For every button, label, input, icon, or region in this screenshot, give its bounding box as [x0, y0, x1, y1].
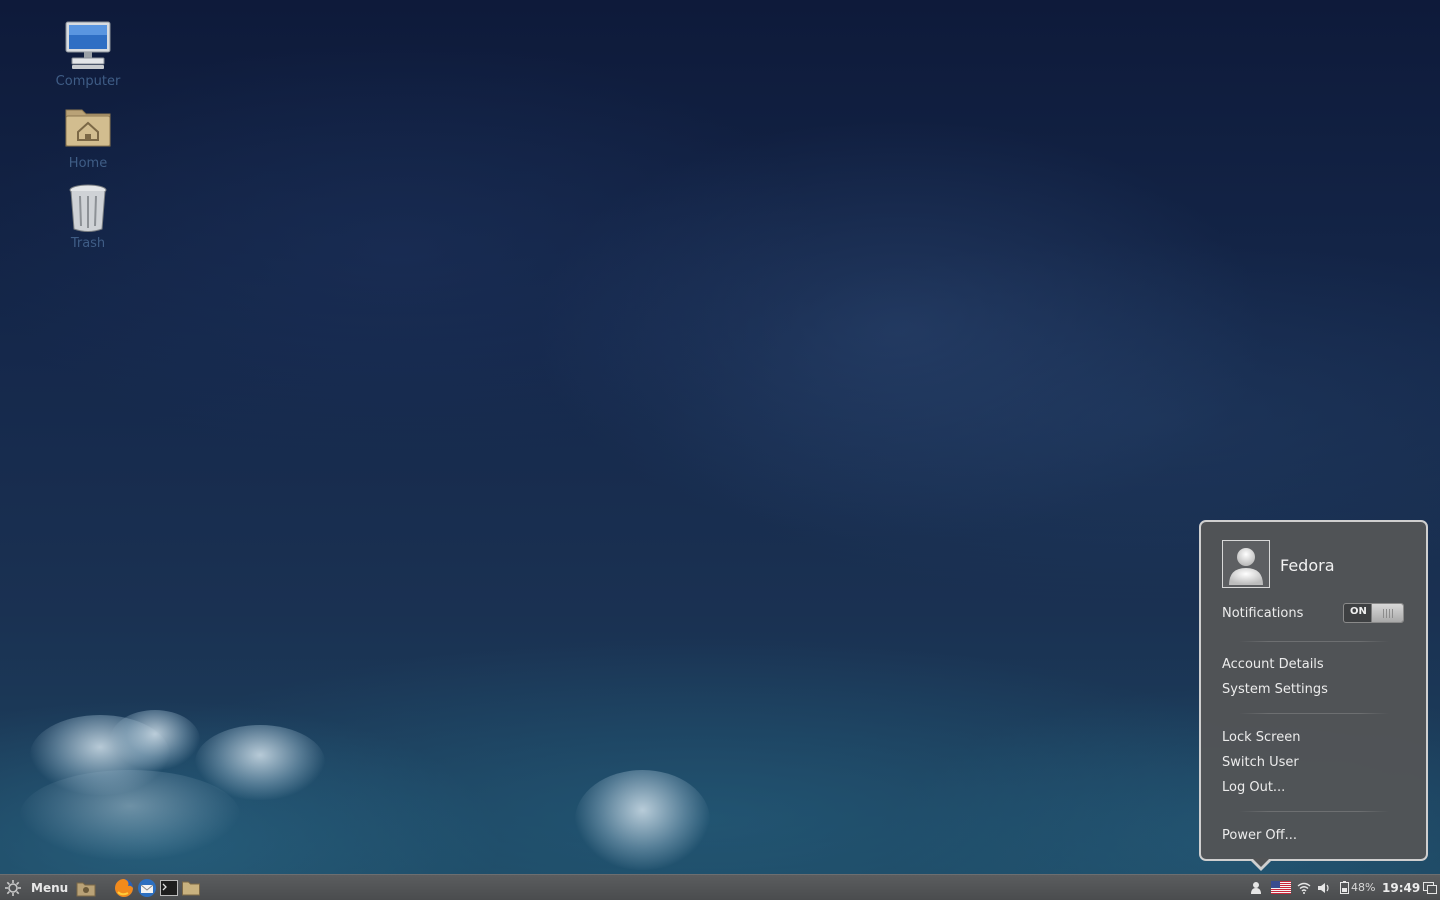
- toggle-knob[interactable]: [1371, 604, 1403, 622]
- user-avatar[interactable]: [1222, 540, 1270, 588]
- clock: 19:49: [1382, 880, 1421, 895]
- network-applet[interactable]: [1297, 875, 1311, 900]
- desktop-icon-home[interactable]: Home: [48, 102, 128, 171]
- user-silhouette-icon: [1229, 548, 1263, 585]
- desktop-icon-label: Home: [68, 156, 108, 171]
- menu-separator: [1239, 811, 1389, 812]
- window-list-icon: [1423, 881, 1437, 894]
- log-out-item[interactable]: Log Out...: [1222, 780, 1285, 795]
- computer-icon: [62, 20, 114, 72]
- power-off-item[interactable]: Power Off...: [1222, 828, 1297, 843]
- firefox-icon: [115, 878, 133, 897]
- show-desktop-button[interactable]: [76, 875, 96, 900]
- switch-user-item[interactable]: Switch User: [1222, 755, 1299, 770]
- desktop-icon-trash[interactable]: Trash: [48, 182, 128, 251]
- menu-button[interactable]: Menu: [4, 875, 68, 900]
- user-icon: [1251, 881, 1261, 894]
- wallpaper-cloud: [20, 770, 240, 860]
- clock-applet[interactable]: 19:49: [1382, 875, 1420, 900]
- show-desktop-icon: [76, 882, 96, 896]
- volume-icon: [1318, 882, 1329, 893]
- menu-label: Menu: [31, 880, 69, 895]
- toggle-state-label: ON: [1350, 606, 1367, 617]
- trash-icon: [62, 182, 114, 234]
- desktop-icon-label: Trash: [70, 236, 106, 251]
- wifi-icon: [1297, 882, 1311, 894]
- lock-screen-item[interactable]: Lock Screen: [1222, 730, 1300, 745]
- menu-pointer-arrow-fill: [1252, 858, 1270, 867]
- home-folder-icon: [62, 102, 114, 154]
- desktop-icon-label: Computer: [55, 74, 121, 89]
- us-flag-icon: [1271, 881, 1291, 894]
- user-name: Fedora: [1280, 556, 1335, 575]
- notifications-label: Notifications: [1222, 606, 1304, 621]
- desktop-icon-computer[interactable]: Computer: [48, 20, 128, 89]
- wallpaper-cloud: [110, 710, 200, 770]
- account-details-item[interactable]: Account Details: [1222, 657, 1324, 672]
- user-menu-popup: Fedora Notifications ON Account Details …: [1199, 520, 1428, 871]
- keyboard-layout-applet[interactable]: [1271, 875, 1291, 900]
- thunderbird-launcher[interactable]: [137, 875, 157, 900]
- battery-icon: [1340, 881, 1349, 894]
- menu-separator: [1239, 713, 1389, 714]
- bottom-panel: Menu 48% 19:49: [0, 874, 1440, 900]
- terminal-icon: [160, 879, 178, 896]
- terminal-launcher[interactable]: [160, 875, 178, 900]
- user-applet[interactable]: [1250, 875, 1262, 900]
- files-launcher[interactable]: [182, 875, 200, 900]
- battery-percent: 48%: [1351, 881, 1376, 894]
- gear-icon: [5, 879, 21, 896]
- system-settings-item[interactable]: System Settings: [1222, 682, 1328, 697]
- desktop-background[interactable]: Computer Home Trash Fedora Notifications…: [0, 0, 1440, 874]
- firefox-launcher[interactable]: [114, 875, 134, 900]
- notifications-toggle[interactable]: ON: [1343, 603, 1404, 623]
- wallpaper-cloud: [575, 770, 710, 870]
- battery-applet[interactable]: 48%: [1340, 875, 1375, 900]
- files-icon: [182, 881, 200, 895]
- menu-separator: [1239, 641, 1389, 642]
- volume-applet[interactable]: [1317, 875, 1331, 900]
- thunderbird-icon: [138, 878, 156, 897]
- window-list-applet[interactable]: [1423, 875, 1437, 900]
